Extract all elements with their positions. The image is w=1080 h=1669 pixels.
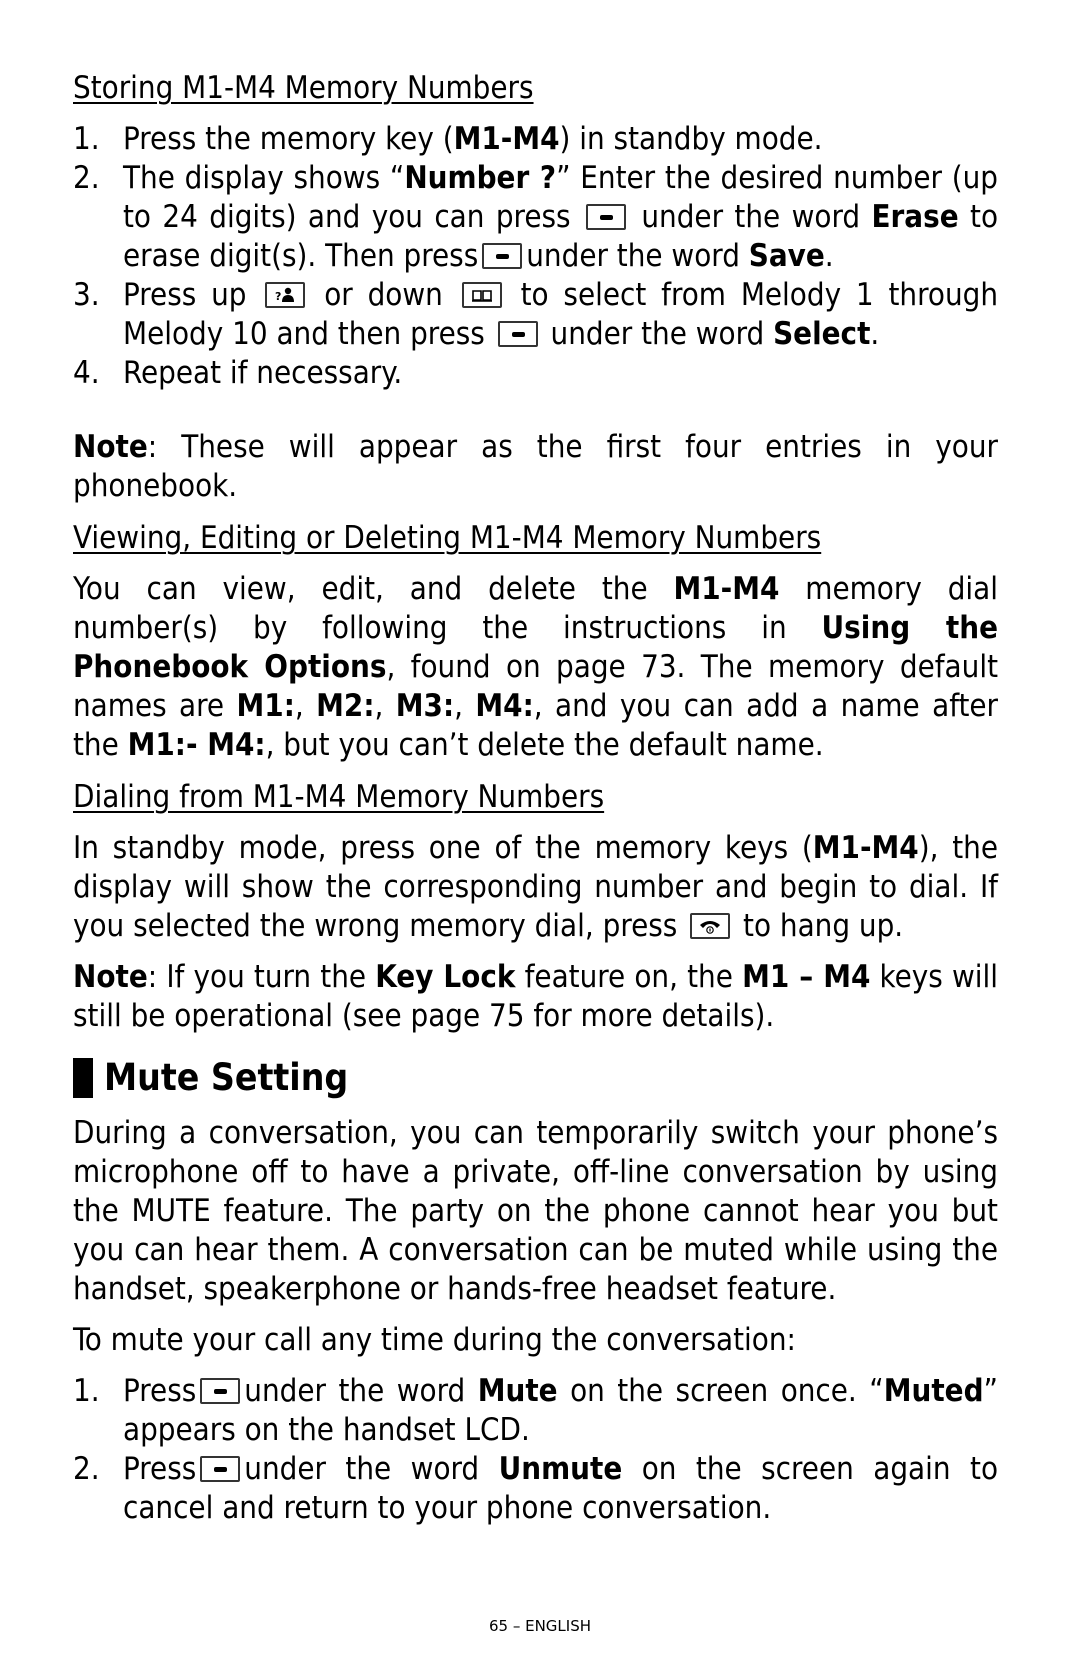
softkey-dash-icon bbox=[497, 321, 538, 347]
step-number: 1. bbox=[73, 1373, 100, 1409]
step-number: 3. bbox=[73, 277, 100, 313]
mute-step-2: 2. Press under the word Unmute on the scr… bbox=[73, 1450, 998, 1528]
para-bold: M1: bbox=[236, 688, 295, 724]
para-bold: M1-M4 bbox=[812, 830, 919, 866]
step-text: under the word bbox=[244, 1373, 466, 1409]
hang-up-icon bbox=[690, 913, 731, 939]
viewing-section: Viewing, Editing or Deleting M1-M4 Memor… bbox=[73, 518, 998, 765]
softkey-dash-icon bbox=[482, 243, 523, 269]
viewing-heading: Viewing, Editing or Deleting M1-M4 Memor… bbox=[73, 520, 822, 556]
mute-intro: During a conversation, you can temporari… bbox=[73, 1115, 998, 1307]
caller-id-up-icon: ? bbox=[265, 282, 306, 308]
para-bold: M3: bbox=[395, 688, 455, 724]
dialing-paragraph: In standby mode, press one of the memory… bbox=[73, 829, 998, 946]
step-text: on the screen once. “ bbox=[570, 1373, 884, 1409]
section-marker-bar bbox=[73, 1058, 93, 1098]
para-bold: M1:- M4: bbox=[127, 727, 266, 763]
softkey-dash-icon bbox=[200, 1456, 241, 1482]
para-bold: M1-M4 bbox=[673, 571, 780, 607]
step-text: or down bbox=[324, 277, 443, 313]
softkey-dash-icon bbox=[200, 1378, 241, 1404]
mute-section: Mute Setting During a conversation, you … bbox=[73, 1056, 998, 1528]
note-text: feature on, the bbox=[524, 959, 733, 995]
storing-section: Storing M1-M4 Memory Numbers 1. Press th… bbox=[73, 68, 998, 506]
storing-step-2: 2. The display shows “Number ?” Enter th… bbox=[73, 159, 998, 276]
storing-step-3: 3. Press up ? or down to select from Mel… bbox=[73, 276, 998, 354]
step-bold: Number ? bbox=[404, 160, 557, 196]
step-number: 2. bbox=[73, 160, 100, 196]
step-number: 4. bbox=[73, 355, 100, 391]
note-label: Note bbox=[73, 959, 148, 995]
para-text: , bbox=[454, 688, 463, 724]
storing-heading: Storing M1-M4 Memory Numbers bbox=[73, 70, 534, 106]
step-text: ) in standby mode. bbox=[559, 121, 823, 157]
dialing-note: Note: If you turn the Key Lock feature o… bbox=[73, 958, 998, 1036]
mute-heading: Mute Setting bbox=[73, 1056, 998, 1100]
dialing-section: Dialing from M1-M4 Memory Numbers In sta… bbox=[73, 777, 998, 1036]
para-text: , but you can’t delete the default name. bbox=[265, 727, 824, 763]
step-text: under the word bbox=[526, 238, 740, 274]
storing-note: Note: These will appear as the first fou… bbox=[73, 428, 998, 506]
para-text: In standby mode, press one of the memory… bbox=[73, 830, 813, 866]
mute-heading-text: Mute Setting bbox=[104, 1056, 349, 1099]
phonebook-down-icon bbox=[461, 282, 502, 308]
step-text: Press the memory key ( bbox=[123, 121, 454, 157]
mute-step-1: 1. Press under the word Mute on the scree… bbox=[73, 1372, 998, 1450]
para-bold: M4: bbox=[475, 688, 534, 724]
svg-text:?: ? bbox=[275, 290, 281, 303]
note-text: : These will appear as the first four en… bbox=[73, 429, 998, 504]
para-text: to hang up. bbox=[743, 908, 904, 944]
step-text: Press bbox=[123, 1451, 197, 1487]
storing-step-4: 4. Repeat if necessary. bbox=[73, 354, 998, 393]
step-number: 2. bbox=[73, 1451, 100, 1487]
step-text: Press up bbox=[123, 277, 247, 313]
mute-steps: 1. Press under the word Mute on the scree… bbox=[73, 1372, 998, 1528]
step-bold: Save bbox=[748, 238, 825, 274]
manual-page: Storing M1-M4 Memory Numbers 1. Press th… bbox=[73, 68, 998, 1528]
note-bold: Key Lock bbox=[375, 959, 516, 995]
note-label: Note bbox=[73, 429, 148, 465]
step-text: under the word bbox=[244, 1451, 480, 1487]
step-number: 1. bbox=[73, 121, 100, 157]
para-text: , bbox=[294, 688, 304, 724]
step-text: . bbox=[824, 238, 834, 274]
step-bold: Mute bbox=[477, 1373, 558, 1409]
step-text: Press bbox=[123, 1373, 197, 1409]
softkey-dash-icon bbox=[585, 204, 626, 230]
step-bold: M1-M4 bbox=[453, 121, 560, 157]
para-bold: M2: bbox=[316, 688, 375, 724]
mute-lead: To mute your call any time during the co… bbox=[73, 1322, 796, 1358]
viewing-paragraph: You can view, edit, and delete the M1-M4… bbox=[73, 570, 998, 765]
step-text: . bbox=[870, 316, 880, 352]
page-footer: 65 – ENGLISH bbox=[488, 1617, 592, 1635]
step-text: Repeat if necessary. bbox=[123, 355, 403, 391]
step-text: under the word bbox=[641, 199, 861, 235]
step-text: The display shows “ bbox=[123, 160, 405, 196]
step-bold: Muted bbox=[883, 1373, 984, 1409]
storing-step-1: 1. Press the memory key (M1-M4) in stand… bbox=[73, 120, 998, 159]
note-bold: M1 – M4 bbox=[742, 959, 871, 995]
step-bold: Erase bbox=[871, 199, 959, 235]
step-bold: Unmute bbox=[498, 1451, 623, 1487]
dialing-heading: Dialing from M1-M4 Memory Numbers bbox=[73, 779, 605, 815]
para-text: You can view, edit, and delete the bbox=[73, 571, 648, 607]
step-bold: Select bbox=[773, 316, 871, 352]
para-text: , bbox=[374, 688, 384, 724]
storing-steps: 1. Press the memory key (M1-M4) in stand… bbox=[73, 120, 998, 393]
step-text: under the word bbox=[550, 316, 765, 352]
note-text: : If you turn the bbox=[147, 959, 367, 995]
